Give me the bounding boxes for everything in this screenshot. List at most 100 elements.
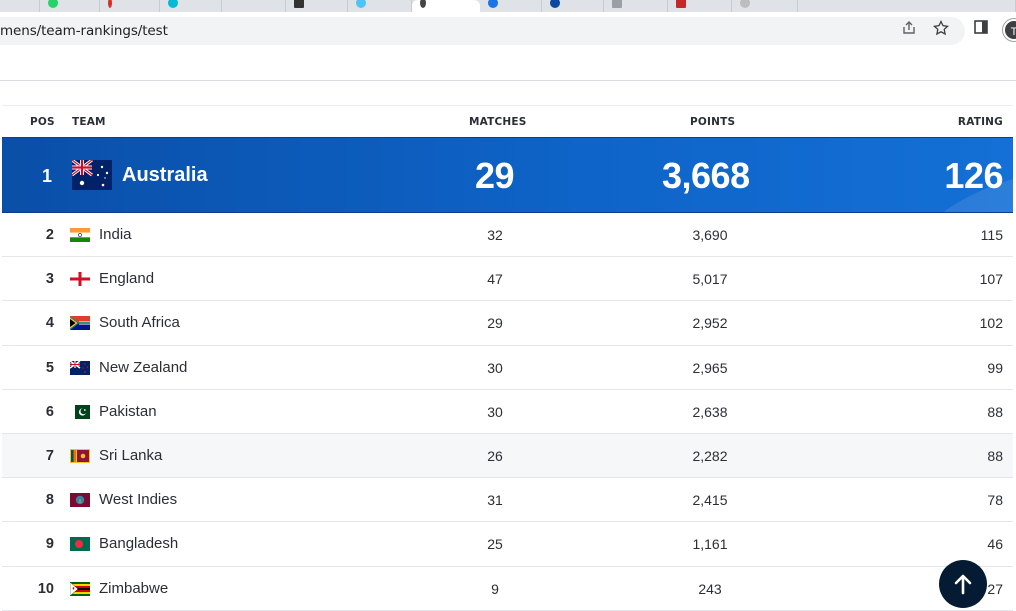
pakistan-flag-icon <box>70 404 90 419</box>
site-icon <box>420 0 426 8</box>
row-team-name: South Africa <box>99 314 180 332</box>
arrow-up-icon <box>954 574 972 595</box>
row-points: 2,638 <box>692 403 728 420</box>
leader-team-name: Australia <box>122 164 208 186</box>
header-matches: MATCHES <box>469 116 527 128</box>
south-africa-flag-icon <box>70 316 90 331</box>
browser-tab[interactable] <box>100 0 160 12</box>
row-matches: 32 <box>487 227 503 243</box>
leader-points: 3,668 <box>662 155 750 196</box>
row-points: 3,690 <box>692 227 728 243</box>
browser-tab[interactable] <box>160 0 222 12</box>
row-team-name: Bangladesh <box>99 535 179 553</box>
row-points: 5,017 <box>692 271 728 288</box>
australia-flag-icon <box>72 160 112 190</box>
row-points: 2,282 <box>692 447 728 464</box>
row-rating: 115 <box>980 227 1003 243</box>
row-team-name: Zimbabwe <box>99 579 169 597</box>
row-rating: 88 <box>987 447 1003 464</box>
new-zealand-flag-icon <box>70 360 90 375</box>
row-pos: 3 <box>45 271 54 288</box>
site-icon <box>488 0 498 8</box>
header-rating: RATING <box>957 116 1003 128</box>
row-matches: 47 <box>487 271 503 288</box>
table-row[interactable]: 9 Bangladesh 25 1,161 46 <box>2 522 1013 567</box>
table-row[interactable]: 4 South Africa 29 2,952 102 <box>2 301 1013 346</box>
row-rating: 27 <box>987 580 1003 597</box>
row-matches: 9 <box>491 580 499 597</box>
browser-tab[interactable] <box>286 0 348 12</box>
row-points: 243 <box>698 580 722 597</box>
row-matches: 30 <box>487 403 503 420</box>
row-team-name: India <box>99 226 132 243</box>
row-points: 1,161 <box>692 536 728 553</box>
site-icon <box>550 0 560 8</box>
share-icon[interactable] <box>898 20 920 42</box>
site-icon <box>676 0 686 8</box>
table-row[interactable]: 10 Zimbabwe 9 243 27 <box>2 566 1013 611</box>
map-pin-icon <box>108 0 112 8</box>
whatsapp-icon <box>48 0 58 8</box>
table-header: POS TEAM MATCHES POINTS RATING <box>2 105 1013 137</box>
row-pos: 7 <box>45 447 54 464</box>
row-matches: 30 <box>487 359 503 376</box>
rankings-table: POS TEAM MATCHES POINTS RATING 1 Austral… <box>2 105 1013 611</box>
browser-tab[interactable] <box>542 0 604 12</box>
header-team: TEAM <box>72 116 106 128</box>
browser-tab[interactable] <box>348 0 412 12</box>
row-rating: 88 <box>987 403 1003 420</box>
bookmark-star-icon[interactable] <box>930 19 952 42</box>
leader-pos: 1 <box>42 166 53 186</box>
site-icon <box>612 0 622 8</box>
table-row[interactable]: 5 New Zealand 30 2,965 99 <box>2 345 1013 390</box>
table-row[interactable]: 8 West Indies 31 2,415 78 <box>2 478 1013 523</box>
table-row[interactable]: 3 England 47 5,017 107 <box>2 257 1013 302</box>
content-divider <box>0 80 1016 81</box>
browser-tab-active[interactable] <box>412 0 480 12</box>
browser-tab[interactable] <box>732 0 798 12</box>
browser-tab[interactable] <box>668 0 732 12</box>
browser-tab[interactable] <box>40 0 100 12</box>
table-row[interactable]: 2 India 32 3,690 115 <box>2 213 1013 258</box>
sri-lanka-flag-icon <box>70 448 90 463</box>
row-rating: 46 <box>987 536 1003 553</box>
side-panel-icon[interactable] <box>970 19 992 41</box>
row-team-name: England <box>99 270 155 288</box>
url-text: mens/team-rankings/test <box>0 23 168 39</box>
row-points: 2,965 <box>692 359 728 376</box>
address-bar[interactable]: mens/team-rankings/test <box>0 17 965 45</box>
browser-tab-strip <box>0 0 1016 12</box>
row-points: 2,415 <box>692 492 728 509</box>
india-flag-icon <box>70 228 90 242</box>
row-matches: 29 <box>487 315 503 332</box>
west-indies-flag-icon <box>70 493 90 508</box>
browser-tab[interactable] <box>798 0 1016 12</box>
row-rating: 78 <box>987 492 1003 509</box>
scroll-to-top-button[interactable] <box>939 560 987 608</box>
table-row[interactable]: 7 Sri Lanka 26 2,282 88 <box>2 433 1013 479</box>
row-pos: 9 <box>45 536 54 553</box>
row-matches: 25 <box>487 536 503 553</box>
browser-tab[interactable] <box>0 0 40 12</box>
zimbabwe-flag-icon <box>70 581 90 596</box>
row-pos: 4 <box>45 315 54 332</box>
header-points: POINTS <box>690 116 736 128</box>
row-rating: 102 <box>979 315 1003 332</box>
header-pos: POS <box>30 116 55 128</box>
leader-row[interactable]: 1 Australia 29 3,668 126 <box>2 137 1013 213</box>
row-rating: 107 <box>979 271 1003 288</box>
row-team-name: West Indies <box>99 491 178 509</box>
row-team-name: Sri Lanka <box>99 446 163 464</box>
browser-tab[interactable] <box>480 0 542 12</box>
browser-tab[interactable] <box>222 0 286 12</box>
row-pos: 10 <box>37 580 54 597</box>
browser-tab[interactable] <box>604 0 668 12</box>
site-icon <box>740 0 750 8</box>
table-row[interactable]: 6 Pakistan 30 2,638 88 <box>2 389 1013 434</box>
leader-rating: 126 <box>944 155 1003 196</box>
row-rating: 99 <box>987 359 1003 376</box>
leader-matches: 29 <box>475 155 515 196</box>
site-icon <box>294 0 304 8</box>
row-matches: 26 <box>487 447 503 464</box>
bangladesh-flag-icon <box>70 537 90 552</box>
